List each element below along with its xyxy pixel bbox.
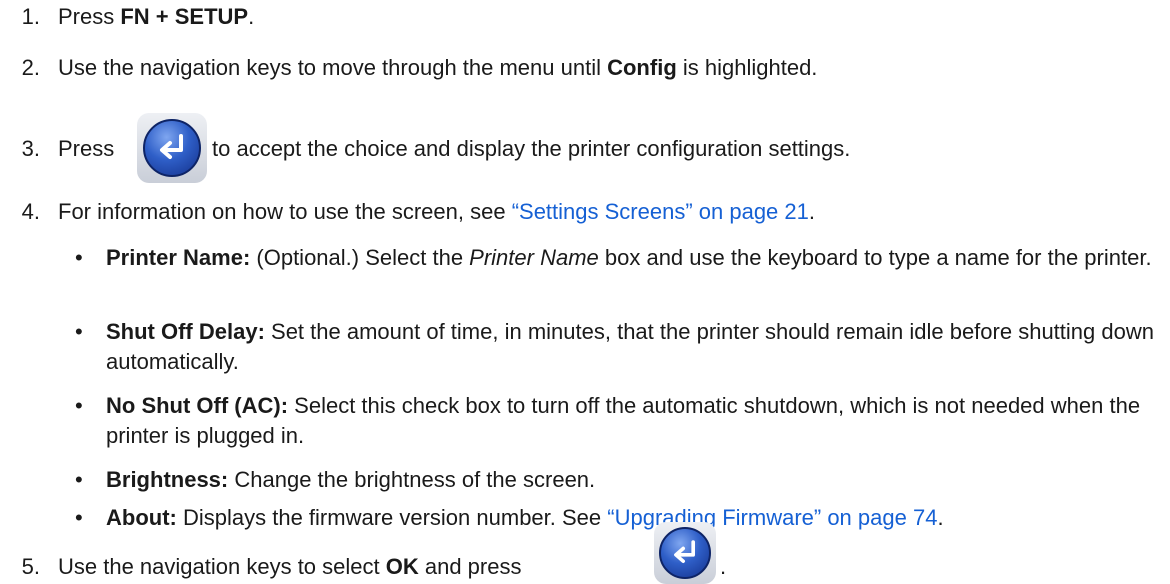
- bullet: •: [75, 505, 83, 530]
- step-end-period: .: [720, 554, 727, 579]
- step-text: to accept the choice and display the pri…: [212, 136, 851, 161]
- step-number: 5.: [21, 554, 40, 579]
- setting-term: Brightness:: [106, 467, 229, 492]
- step-text: Press: [58, 4, 121, 29]
- step-text: .: [808, 199, 815, 224]
- enter-key-icon: [137, 113, 207, 183]
- step-number: 2.: [21, 55, 40, 80]
- setting-shut-off-delay: Shut Off Delay: Set the amount of time, …: [106, 319, 1154, 374]
- step-text: and press: [418, 554, 522, 579]
- setting-term: Shut Off Delay:: [106, 319, 265, 344]
- setting-term: Printer Name:: [106, 245, 251, 270]
- setting-brightness: Brightness: Change the brightness of the…: [106, 467, 596, 492]
- bullet: •: [75, 467, 83, 492]
- setting-printer-name: Printer Name: (Optional.) Select the Pri…: [106, 245, 1152, 270]
- bullet: •: [75, 245, 83, 270]
- enter-arrow-glyph: [160, 134, 183, 159]
- setting-term: About:: [106, 505, 177, 530]
- ok-label: OK: [385, 554, 419, 579]
- setting-term: No Shut Off (AC):: [106, 393, 289, 418]
- step-text: is highlighted.: [676, 55, 818, 80]
- step-text: .: [248, 4, 255, 29]
- setting-no-shut-off: No Shut Off (AC): Select this check box …: [106, 393, 1141, 448]
- step-text: Use the navigation keys to move through …: [58, 55, 608, 80]
- setting-about: About: Displays the firmware version num…: [106, 505, 944, 530]
- step-number: 4.: [21, 199, 40, 224]
- step-number: 1.: [21, 4, 40, 29]
- field-name: Printer Name: [469, 245, 599, 270]
- step-text: Use the navigation keys to select: [58, 554, 386, 579]
- step-number: 3.: [21, 136, 40, 161]
- step-text: Press: [58, 136, 115, 161]
- menu-item-name: Config: [607, 55, 677, 80]
- step-text: For information on how to use the screen…: [58, 199, 512, 224]
- enter-arrow-glyph: [674, 540, 695, 563]
- key-combo: FN + SETUP: [120, 4, 249, 29]
- settings-screens-link[interactable]: “Settings Screens” on page 21: [512, 199, 809, 224]
- enter-key-icon: [654, 522, 716, 584]
- bullet: •: [75, 393, 83, 418]
- bullet: •: [75, 319, 83, 344]
